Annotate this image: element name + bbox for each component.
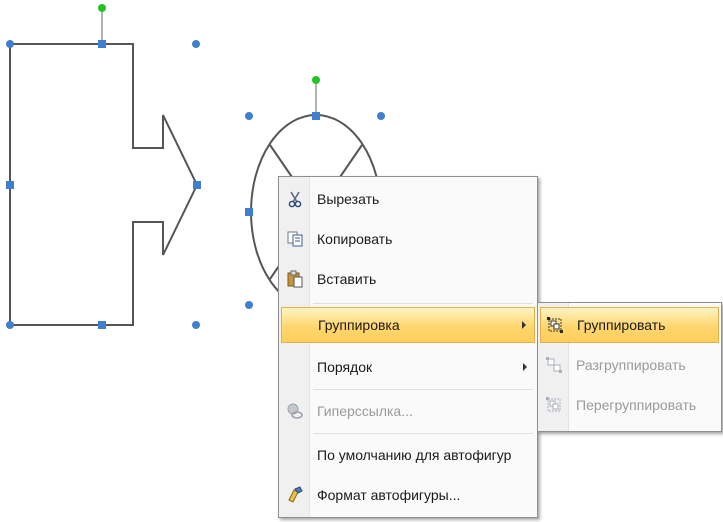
menu-item-label: По умолчанию для автофигур xyxy=(317,447,512,463)
side-handle[interactable] xyxy=(245,208,253,216)
rotation-handle[interactable] xyxy=(312,76,320,84)
menu-separator xyxy=(313,303,533,304)
menu-separator xyxy=(313,433,533,434)
menu-item-default-autoshape[interactable]: По умолчанию для автофигур xyxy=(281,437,535,473)
menu-item-hyperlink[interactable]: Гиперссылка... xyxy=(281,393,535,429)
menu-item-group[interactable]: Группировать xyxy=(540,307,719,343)
menu-item-order[interactable]: Порядок xyxy=(281,349,535,385)
corner-handle[interactable] xyxy=(192,40,200,48)
format-brush-icon xyxy=(281,477,309,513)
menu-item-regroup[interactable]: Перегруппировать xyxy=(540,387,719,423)
corner-handle[interactable] xyxy=(192,321,200,329)
hyperlink-icon xyxy=(281,393,309,429)
submenu-arrow-icon xyxy=(523,363,527,371)
group-icon xyxy=(541,307,569,343)
context-menu: Вырезать Копировать Вставить Группировка xyxy=(278,176,538,518)
side-handle[interactable] xyxy=(98,40,106,48)
menu-item-format-autoshape[interactable]: Формат автофигуры... xyxy=(281,477,535,513)
arrow-autoshape[interactable] xyxy=(9,43,199,326)
menu-item-label: Формат автофигуры... xyxy=(317,487,461,503)
copy-icon xyxy=(281,221,309,257)
menu-item-label: Разгруппировать xyxy=(576,357,686,373)
side-handle[interactable] xyxy=(312,112,320,120)
side-handle[interactable] xyxy=(98,321,106,329)
scissors-icon xyxy=(281,181,309,217)
menu-item-label: Порядок xyxy=(317,359,373,375)
menu-item-ungroup[interactable]: Разгруппировать xyxy=(540,347,719,383)
menu-item-label: Копировать xyxy=(317,231,393,247)
menu-item-grouping[interactable]: Группировка xyxy=(281,307,535,343)
menu-item-label: Вставить xyxy=(317,271,377,287)
menu-item-label: Группировка xyxy=(318,317,400,333)
grouping-submenu: Группировать Разгруппировать Перегруппир… xyxy=(537,302,722,432)
corner-handle[interactable] xyxy=(6,40,14,48)
side-handle[interactable] xyxy=(6,181,14,189)
menu-item-label: Вырезать xyxy=(317,191,380,207)
submenu-arrow-icon xyxy=(522,321,526,329)
menu-item-cut[interactable]: Вырезать xyxy=(281,181,535,217)
corner-handle[interactable] xyxy=(6,321,14,329)
corner-handle[interactable] xyxy=(245,301,253,309)
menu-item-label: Гиперссылка... xyxy=(317,403,413,419)
paste-icon xyxy=(281,261,309,297)
menu-item-paste[interactable]: Вставить xyxy=(281,261,535,297)
regroup-icon xyxy=(540,387,568,423)
menu-item-copy[interactable]: Копировать xyxy=(281,221,535,257)
menu-item-label: Группировать xyxy=(577,317,666,333)
rotation-handle[interactable] xyxy=(98,4,106,12)
menu-item-label: Перегруппировать xyxy=(576,397,697,413)
side-handle[interactable] xyxy=(193,181,201,189)
corner-handle[interactable] xyxy=(377,112,385,120)
menu-separator xyxy=(313,389,533,390)
corner-handle[interactable] xyxy=(245,112,253,120)
ungroup-icon xyxy=(540,347,568,383)
